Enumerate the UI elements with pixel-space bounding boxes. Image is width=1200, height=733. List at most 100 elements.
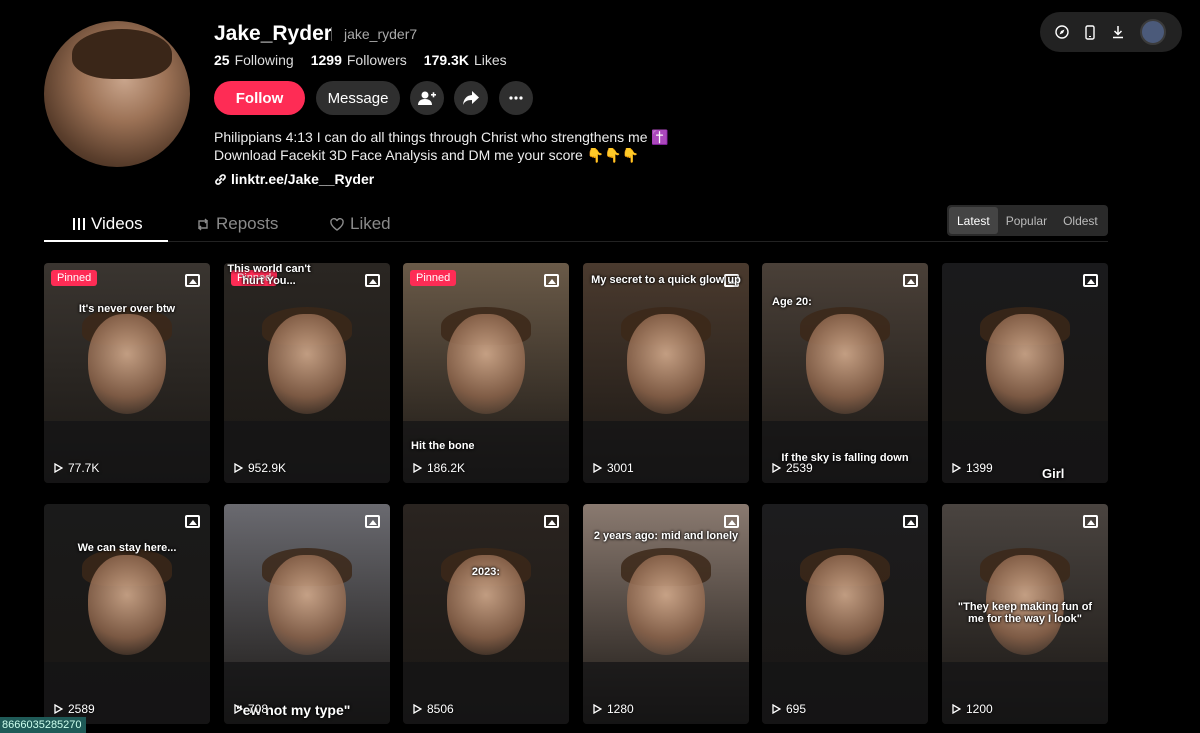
tab-liked[interactable]: Liked [330, 214, 391, 234]
photo-mode-icon [903, 274, 918, 287]
video-caption: Hit the bone [411, 440, 475, 452]
view-count: 8506 [413, 702, 454, 716]
tab-label: Reposts [216, 214, 279, 233]
add-user-icon [418, 91, 436, 105]
view-count-text: 186.2K [427, 461, 466, 475]
user-avatar-icon[interactable] [1140, 19, 1166, 45]
video-caption: My secret to a quick glow up [591, 274, 741, 286]
view-count: 3001 [593, 461, 634, 475]
tab-label: Videos [91, 214, 143, 233]
play-icon [593, 704, 602, 714]
view-count: 708 [234, 702, 268, 716]
view-count-text: 3001 [607, 461, 634, 475]
video-card[interactable]: 2023: 8506 [403, 504, 569, 724]
thumbnail-face [986, 314, 1064, 415]
thumbnail-face [88, 555, 166, 656]
pinned-badge: Pinned [51, 270, 98, 286]
name-separator [331, 27, 332, 41]
view-count-text: 695 [786, 702, 807, 716]
more-icon [509, 96, 523, 100]
tab-reposts[interactable]: Reposts [196, 214, 278, 234]
view-count-text: 2539 [786, 461, 813, 475]
view-count-text: 8506 [427, 702, 454, 716]
video-card[interactable]: 695 [762, 504, 928, 724]
footer-id-label: 8666035285270 [0, 717, 86, 733]
link-text[interactable]: linktr.ee/Jake__Ryder [231, 171, 374, 187]
tab-videos[interactable]: Videos [73, 214, 143, 234]
play-icon [234, 704, 243, 714]
share-button[interactable] [454, 81, 488, 115]
view-count-text: 77.7K [68, 461, 100, 475]
play-icon [413, 704, 422, 714]
video-caption: 2023: [471, 566, 501, 578]
likes-stat: 179.3K Likes [423, 52, 507, 68]
sort-latest[interactable]: Latest [949, 207, 998, 234]
photo-mode-icon [544, 515, 559, 528]
play-icon [54, 704, 63, 714]
pinned-badge: Pinned [410, 270, 457, 286]
photo-mode-icon [903, 515, 918, 528]
more-options-button[interactable] [499, 81, 533, 115]
view-count: 186.2K [413, 461, 465, 475]
video-caption: Age 20: [772, 296, 812, 308]
video-card[interactable]: "They keep making fun of me for the way … [942, 504, 1108, 724]
view-count: 1280 [593, 702, 634, 716]
photo-mode-icon [365, 515, 380, 528]
play-icon [234, 463, 243, 473]
play-icon [952, 463, 961, 473]
video-caption: It's never over btw [78, 303, 176, 315]
video-card[interactable]: Pinned Hit the bone 186.2K [403, 263, 569, 483]
video-card[interactable]: Pinned It's never over btw 77.7K [44, 263, 210, 483]
thumbnail-face [806, 314, 884, 415]
profile-link[interactable]: linktr.ee/Jake__Ryder [214, 171, 374, 187]
play-icon [772, 704, 781, 714]
photo-mode-icon [185, 515, 200, 528]
thumbnail-face [447, 314, 525, 415]
thumbnail-face [627, 555, 705, 656]
sort-toggle: Latest Popular Oldest [947, 205, 1108, 236]
play-icon [952, 704, 961, 714]
video-card[interactable]: "ew not my type" 708 [224, 504, 390, 724]
view-count: 2589 [54, 702, 95, 716]
photo-mode-icon [365, 274, 380, 287]
view-count: 952.9K [234, 461, 286, 475]
sort-popular[interactable]: Popular [998, 207, 1055, 234]
thumbnail-face [627, 314, 705, 415]
following-stat[interactable]: 25 Following [214, 52, 294, 68]
active-tab-indicator [44, 240, 168, 242]
view-count: 695 [772, 702, 806, 716]
repost-icon [198, 218, 208, 230]
view-count-text: 1399 [966, 461, 993, 475]
video-card[interactable]: 2 years ago: mid and lonely 1280 [583, 504, 749, 724]
profile-stats: 25 Following 1299 Followers 179.3K Likes [214, 52, 507, 68]
top-controls [1040, 12, 1182, 52]
add-friend-button[interactable] [410, 81, 444, 115]
video-card[interactable]: Girl 1399 [942, 263, 1108, 483]
video-card[interactable]: Pinned This world can't hurt You... 952.9K [224, 263, 390, 483]
video-card[interactable]: My secret to a quick glow up 3001 [583, 263, 749, 483]
view-count-text: 1280 [607, 702, 634, 716]
thumbnail-face [806, 555, 884, 656]
mobile-icon[interactable] [1080, 22, 1100, 42]
video-caption: We can stay here... [77, 542, 177, 554]
view-count: 1200 [952, 702, 993, 716]
followers-stat[interactable]: 1299 Followers [311, 52, 407, 68]
download-icon[interactable] [1108, 22, 1128, 42]
profile-avatar[interactable] [44, 21, 190, 167]
view-count-text: 2589 [68, 702, 95, 716]
compass-icon[interactable] [1052, 22, 1072, 42]
message-button[interactable]: Message [316, 81, 400, 115]
photo-mode-icon [544, 274, 559, 287]
video-card[interactable]: We can stay here... 2589 [44, 504, 210, 724]
view-count-text: 952.9K [248, 461, 287, 475]
grid-icon [73, 218, 85, 230]
photo-mode-icon [185, 274, 200, 287]
sort-oldest[interactable]: Oldest [1055, 207, 1106, 234]
play-icon [593, 463, 602, 473]
view-count: 2539 [772, 461, 813, 475]
video-card[interactable]: Age 20: If the sky is falling down 2539 [762, 263, 928, 483]
view-count: 77.7K [54, 461, 99, 475]
follow-button[interactable]: Follow [214, 81, 305, 115]
view-count: 1399 [952, 461, 993, 475]
view-count-text: 708 [248, 702, 269, 716]
